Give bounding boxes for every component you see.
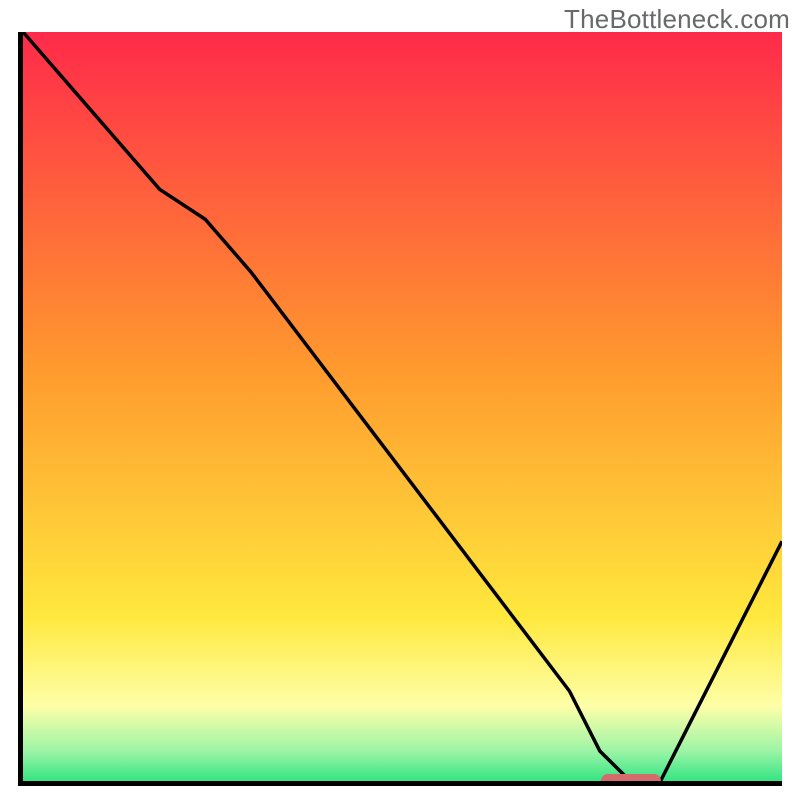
bottleneck-curve (23, 32, 782, 781)
optimal-range-marker (601, 774, 662, 786)
watermark-text: TheBottleneck.com (564, 4, 790, 35)
plot-area (18, 32, 782, 786)
chart-stage: TheBottleneck.com (0, 0, 800, 800)
